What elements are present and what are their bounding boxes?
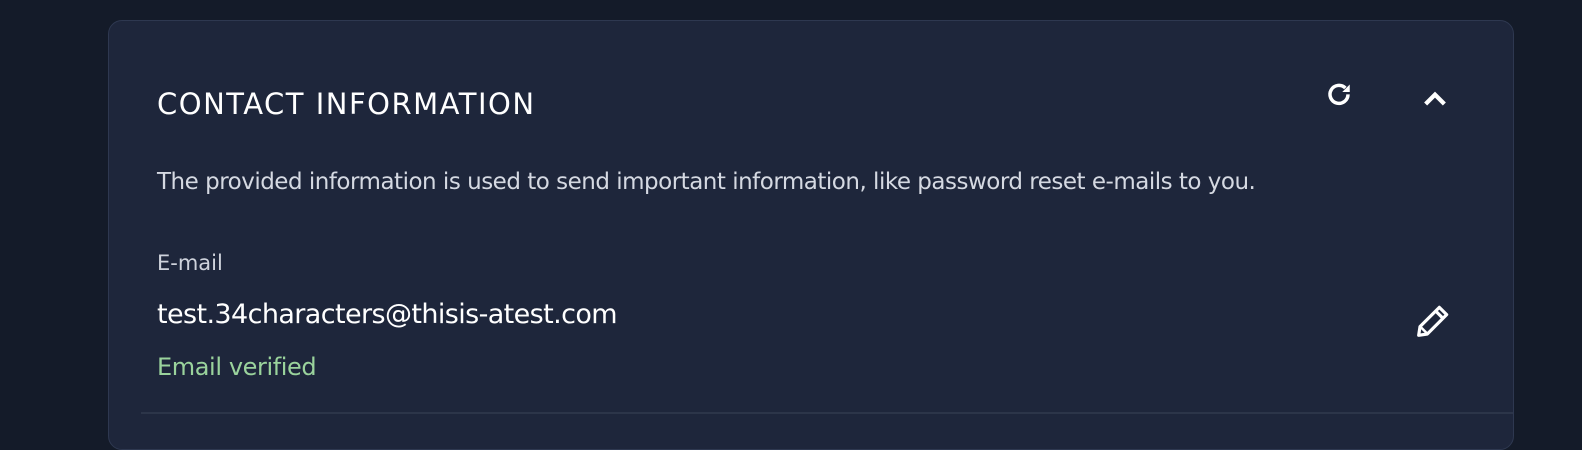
email-verified-status: Email verified [157,353,317,381]
section-title: CONTACT INFORMATION [157,87,536,121]
email-label: E-mail [157,251,223,275]
section-description: The provided information is used to send… [157,169,1256,195]
email-value: test.34characters@thisis-atest.com [157,299,618,330]
divider [141,412,1513,414]
edit-email-button[interactable] [1411,301,1455,345]
collapse-button[interactable] [1415,81,1455,121]
chevron-up-icon [1420,84,1450,118]
refresh-icon [1324,80,1354,114]
card-header: CONTACT INFORMATION [157,83,1465,125]
refresh-button[interactable] [1319,77,1359,117]
contact-information-card: CONTACT INFORMATION The provided informa… [108,20,1514,450]
pencil-icon [1413,301,1453,345]
